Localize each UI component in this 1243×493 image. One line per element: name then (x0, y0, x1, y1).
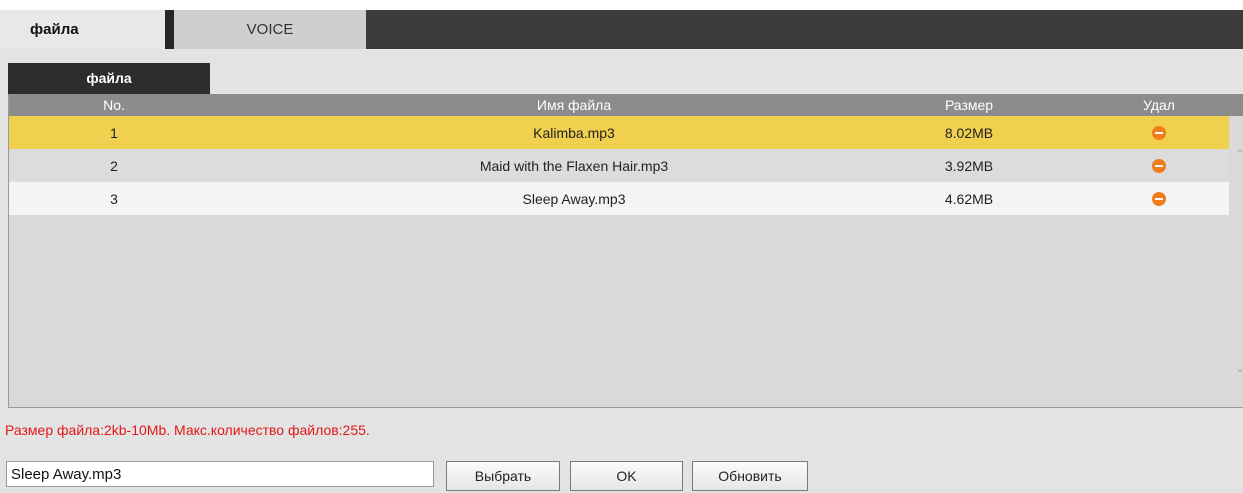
table-row[interactable]: 2 Maid with the Flaxen Hair.mp3 3.92MB (9, 149, 1229, 182)
header-delete: Удал (1143, 97, 1175, 113)
file-path-input[interactable] (6, 461, 434, 487)
row-delete-cell (1069, 182, 1243, 215)
select-button[interactable]: Выбрать (446, 461, 560, 491)
delete-icon[interactable] (1152, 158, 1166, 173)
header-size: Размер (944, 97, 994, 113)
row-number: 3 (110, 190, 118, 207)
row-delete-cell (1069, 116, 1243, 149)
delete-icon[interactable] (1152, 125, 1166, 140)
refresh-button[interactable]: Обновить (692, 461, 808, 491)
row-size: 3.92MB (944, 157, 994, 174)
scroll-up-icon[interactable]: ⌃ (1233, 147, 1243, 161)
subtab-file[interactable]: файла (8, 63, 210, 94)
row-filename: Maid with the Flaxen Hair.mp3 (479, 157, 669, 174)
row-delete-cell (1069, 149, 1243, 182)
row-number: 2 (110, 157, 118, 174)
tab-voice[interactable]: VOICE (174, 10, 366, 49)
row-number: 1 (110, 124, 118, 141)
content-panel: файла No. Имя файла Размер Удал 1 Kalimb… (0, 49, 1243, 493)
table-row[interactable]: 1 Kalimba.mp3 8.02MB (9, 116, 1229, 149)
delete-icon[interactable] (1152, 191, 1166, 206)
row-size: 4.62MB (944, 190, 994, 207)
row-size: 8.02MB (944, 124, 994, 141)
header-filename: Имя файла (536, 97, 612, 113)
scroll-down-icon[interactable]: ⌄ (1233, 361, 1243, 375)
file-limit-note: Размер файла:2kb-10Mb. Макс.количество ф… (5, 422, 370, 438)
header-no: No. (103, 97, 125, 113)
row-filename: Kalimba.mp3 (533, 124, 615, 141)
row-filename: Sleep Away.mp3 (522, 190, 626, 207)
file-table: No. Имя файла Размер Удал 1 Kalimba.mp3 … (8, 94, 1243, 408)
table-row[interactable]: 3 Sleep Away.mp3 4.62MB (9, 182, 1229, 215)
tab-bar: файла VOICE (0, 10, 1243, 49)
tab-file[interactable]: файла (0, 10, 165, 49)
ok-button[interactable]: OK (570, 461, 683, 491)
tab-separator (165, 10, 174, 49)
top-strip (0, 0, 1243, 10)
table-header: No. Имя файла Размер Удал (9, 94, 1243, 116)
